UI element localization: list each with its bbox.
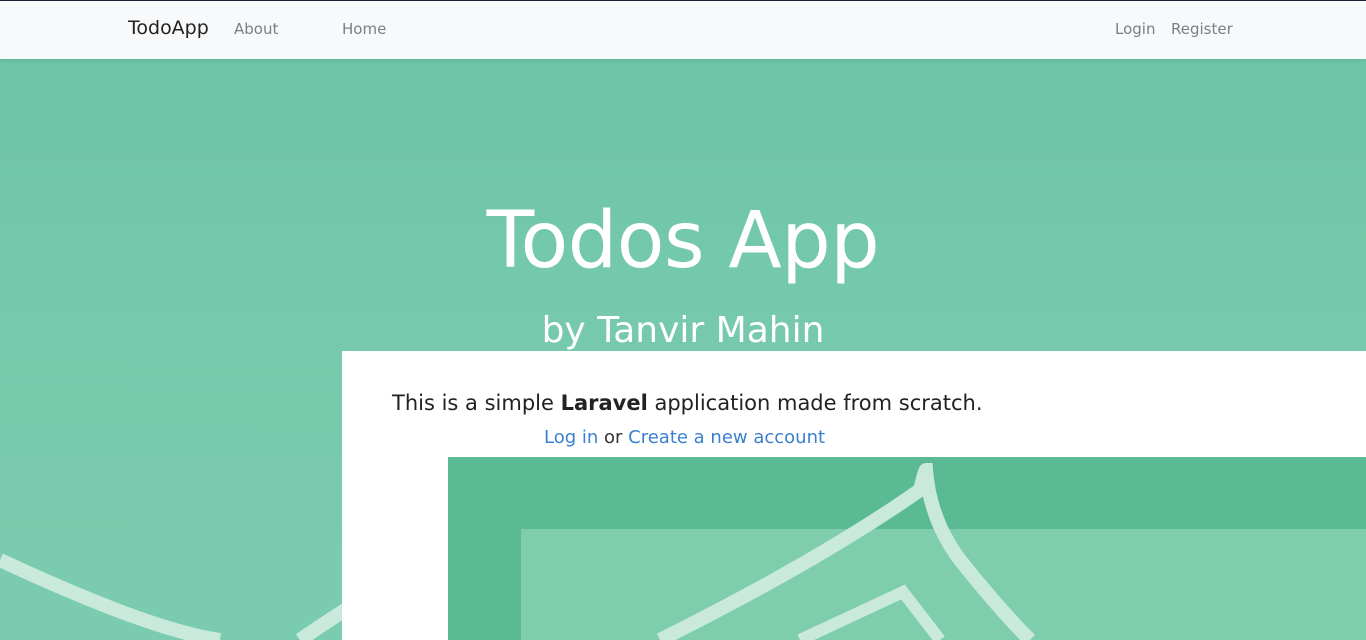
nav-link-login[interactable]: Login — [1115, 20, 1155, 38]
navbar: TodoApp About Home Login Register — [0, 1, 1366, 59]
brand-link[interactable]: TodoApp — [128, 17, 209, 39]
nav-link-register[interactable]: Register — [1171, 20, 1233, 38]
nav-link-home[interactable]: Home — [342, 20, 386, 38]
nav-link-about[interactable]: About — [234, 20, 278, 38]
page: TodoApp About Home Login Register Todos … — [0, 0, 1366, 640]
laravel-logo-lines — [656, 462, 1035, 640]
